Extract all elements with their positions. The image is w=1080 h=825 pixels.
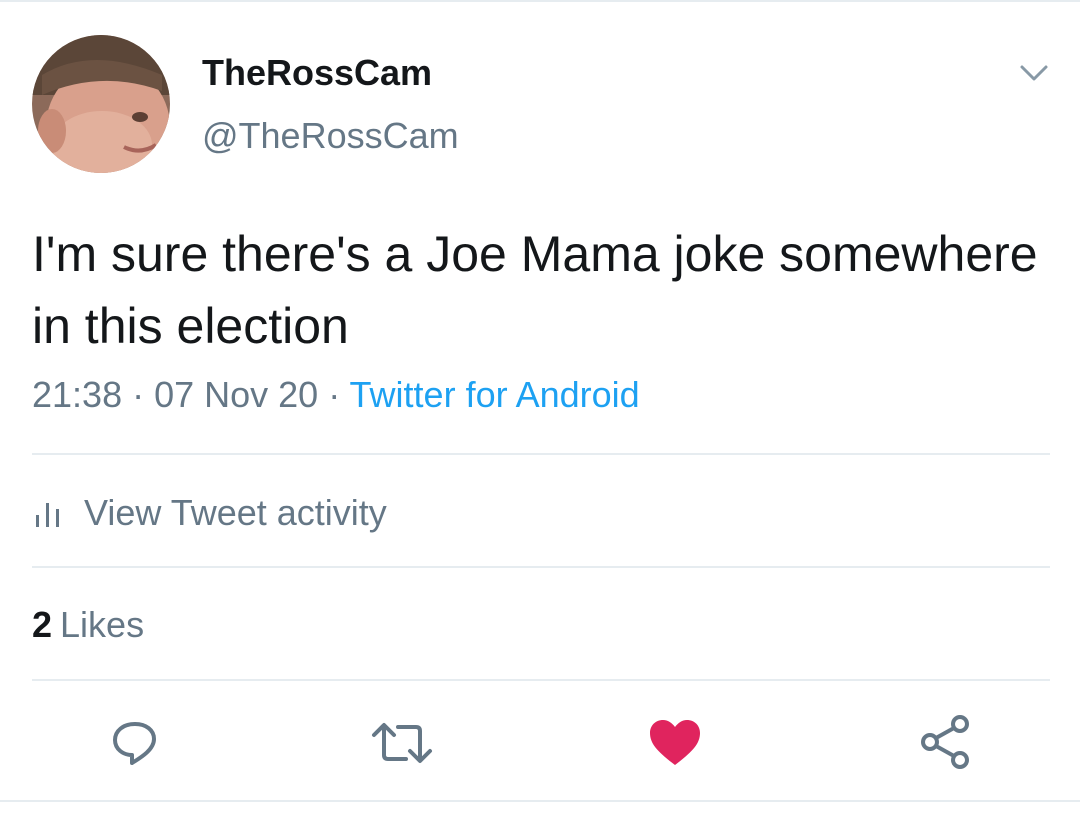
meta-separator: ·: [318, 374, 350, 415]
meta-separator: ·: [122, 374, 155, 415]
bar-chart-icon: [36, 503, 59, 527]
top-border: [0, 0, 1080, 2]
view-tweet-activity-label: View Tweet activity: [84, 492, 387, 533]
tweet-text: I'm sure there's a Joe Mama joke somewhe…: [32, 226, 1038, 354]
likes-count-link[interactable]: 2 Likes: [32, 604, 144, 646]
divider: [32, 453, 1050, 455]
divider: [32, 679, 1050, 681]
retweet-icon[interactable]: [370, 721, 434, 765]
divider: [32, 566, 1050, 568]
bottom-border: [0, 800, 1080, 802]
likes-count: 2: [32, 604, 53, 645]
tweet-meta: 21:38 · 07 Nov 20 · Twitter for Android: [32, 374, 640, 416]
share-icon[interactable]: [918, 714, 972, 770]
user-handle[interactable]: @TheRossCam: [202, 115, 459, 157]
display-name[interactable]: TheRossCam: [202, 52, 432, 94]
tweet-date: 07 Nov 20: [154, 374, 319, 415]
avatar[interactable]: [32, 35, 170, 173]
reply-icon[interactable]: [110, 718, 160, 768]
avatar-image: [32, 35, 170, 173]
tweet-source-link[interactable]: Twitter for Android: [350, 374, 640, 415]
likes-label: Likes: [60, 604, 145, 645]
tweet-time: 21:38: [32, 374, 123, 415]
chevron-down-icon[interactable]: [1016, 58, 1052, 88]
heart-icon[interactable]: [648, 718, 702, 768]
view-tweet-activity-button[interactable]: View Tweet activity: [32, 490, 387, 536]
